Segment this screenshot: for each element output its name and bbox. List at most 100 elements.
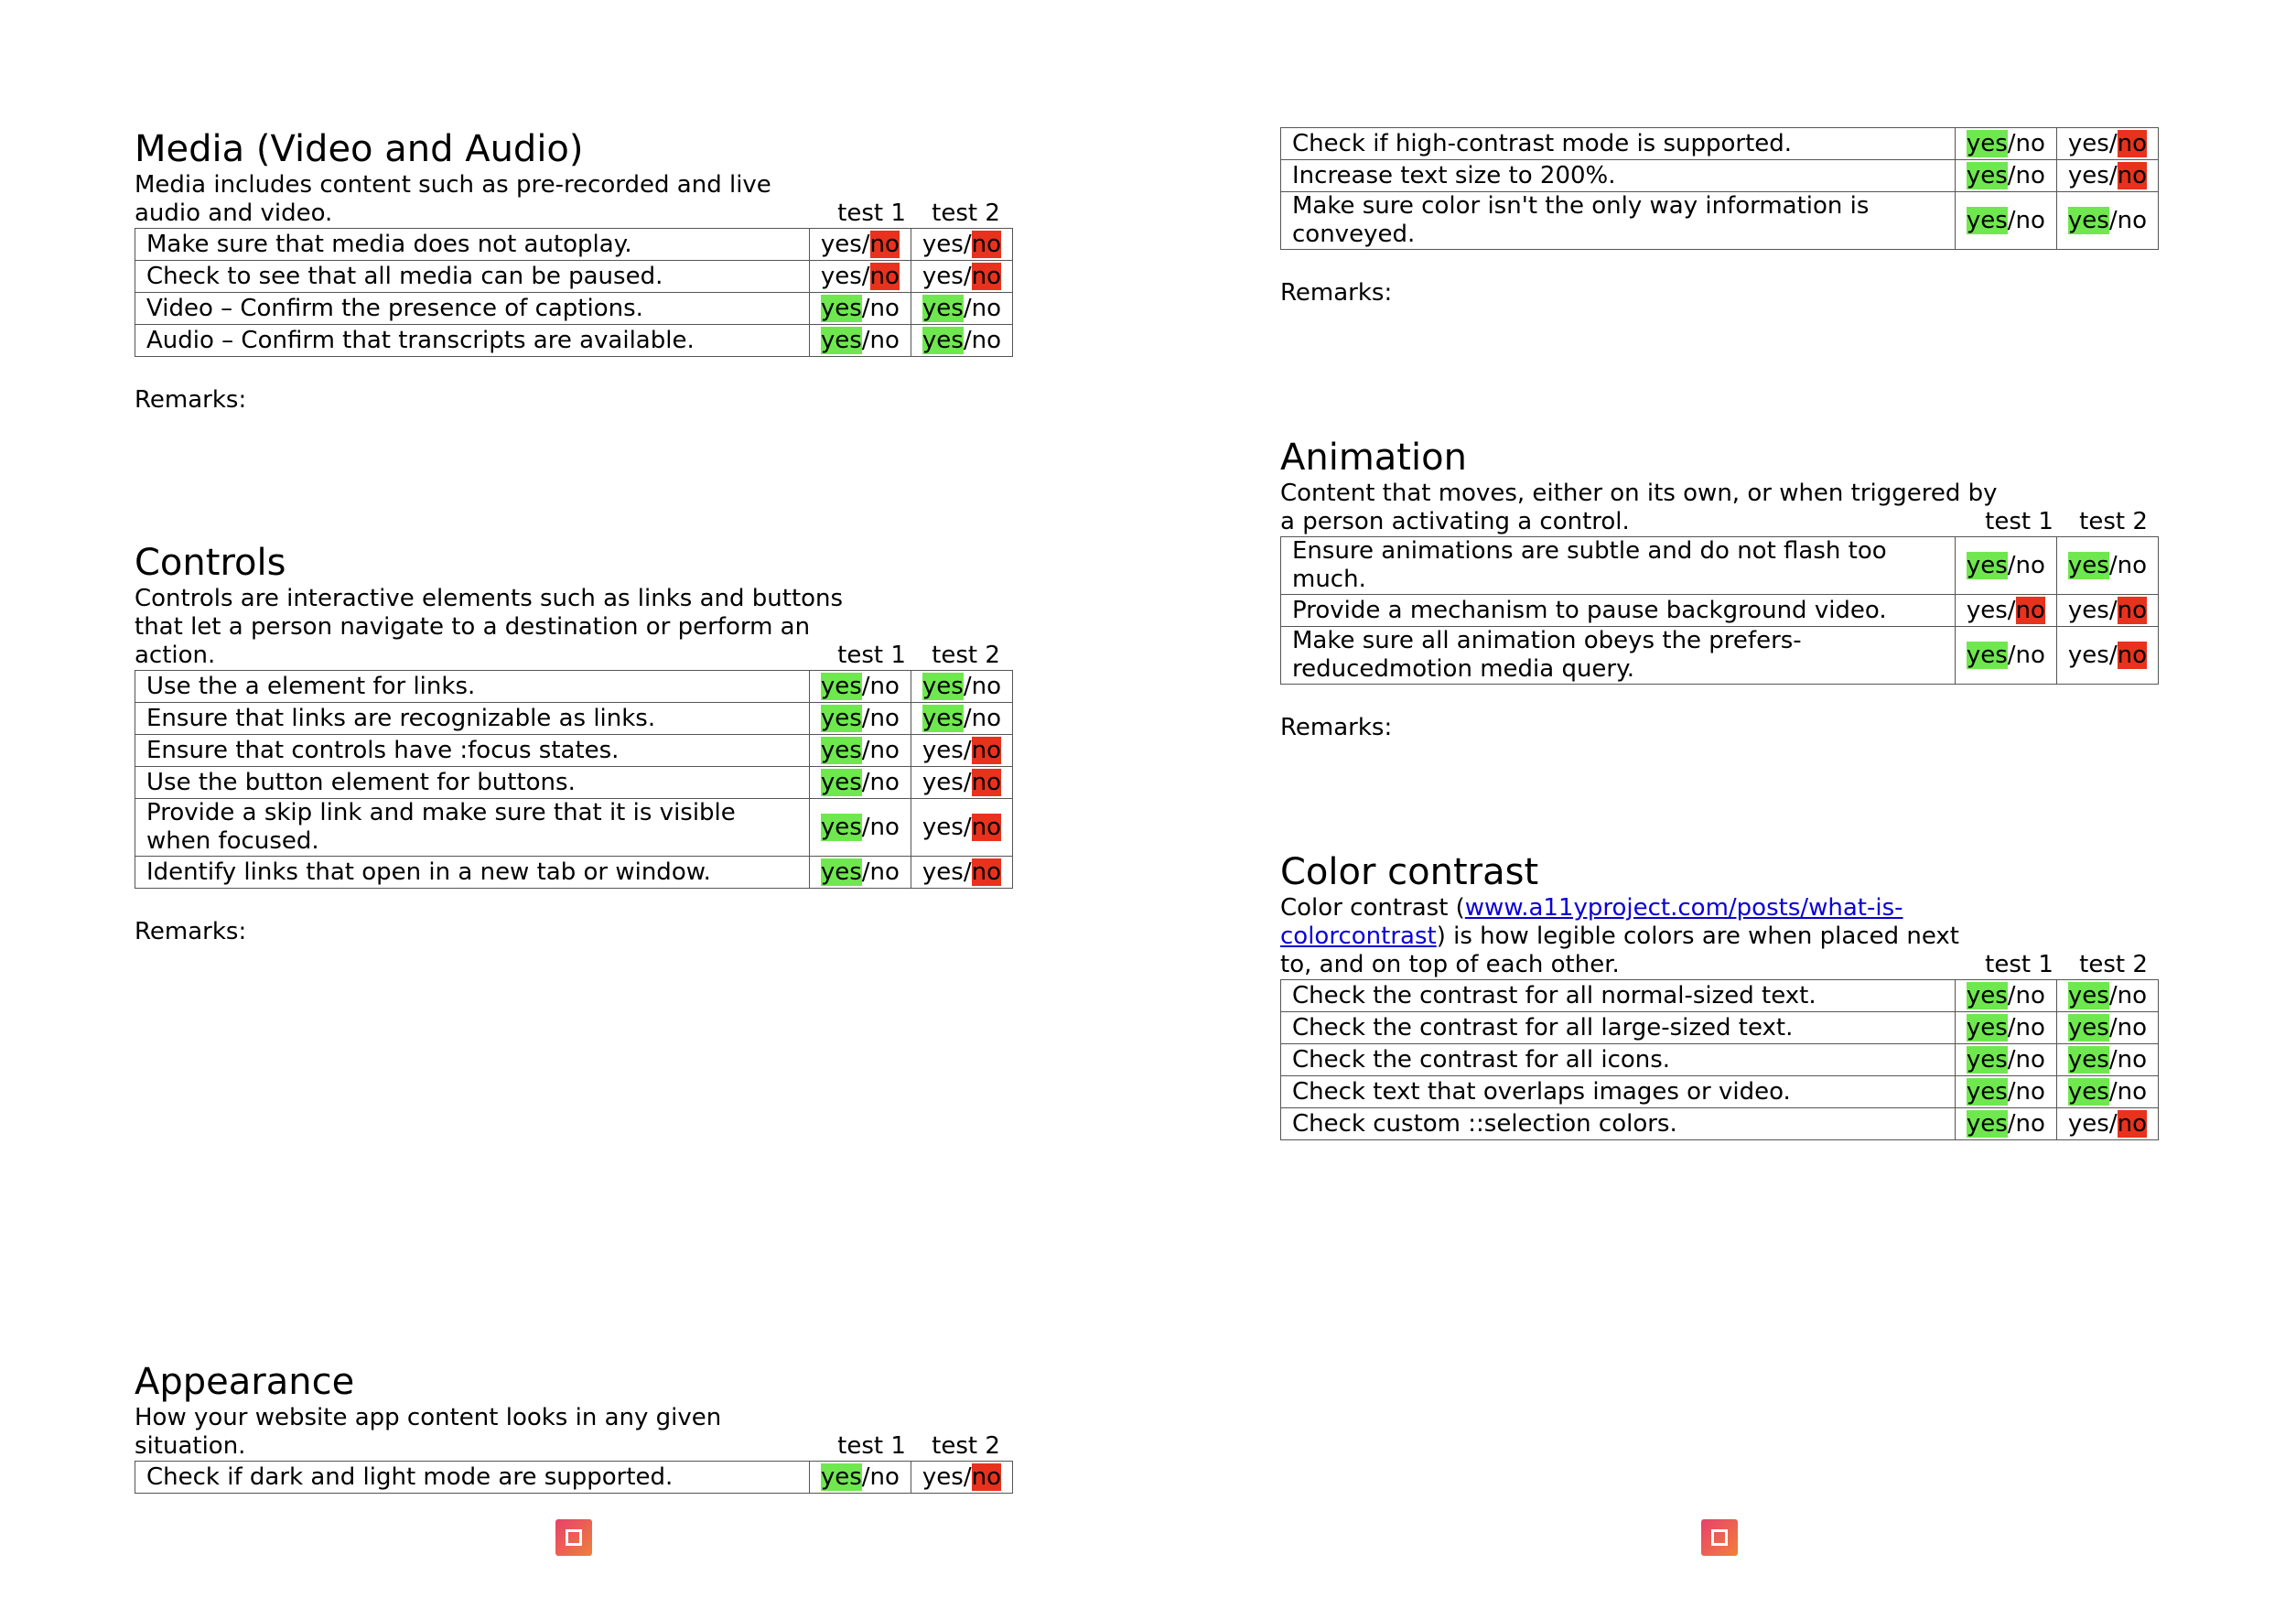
test2-answer[interactable]: yes/no [2055,594,2160,627]
yes-option[interactable]: yes [922,769,964,796]
no-option[interactable]: no [2016,1110,2045,1138]
test2-answer[interactable]: yes/no [2055,159,2160,192]
test1-answer[interactable]: yes/no [808,702,911,735]
yes-option[interactable]: yes [820,768,862,796]
test2-answer[interactable]: yes/no [2055,127,2160,160]
no-option[interactable]: no [2117,161,2147,189]
yes-option[interactable]: yes [1967,597,2008,624]
test2-answer[interactable]: yes/no [910,1461,1014,1494]
test1-answer[interactable]: yes/no [808,292,911,325]
yes-option[interactable]: yes [2067,1045,2109,1074]
yes-option[interactable]: yes [922,672,964,700]
yes-option[interactable]: yes [820,813,862,841]
test2-answer[interactable]: yes/no [910,766,1014,799]
no-option[interactable]: no [972,673,1001,700]
yes-option[interactable]: yes [922,858,964,886]
yes-option[interactable]: yes [820,672,862,700]
test1-answer[interactable]: yes/no [1954,1011,2057,1044]
test1-answer[interactable]: yes/no [1954,979,2057,1012]
no-option[interactable]: no [971,768,1001,796]
test2-answer[interactable]: yes/no [910,260,1014,293]
yes-option[interactable]: yes [1966,161,2008,189]
yes-option[interactable]: yes [820,858,862,886]
yes-option[interactable]: yes [1966,641,2008,669]
yes-option[interactable]: yes [2068,1110,2109,1138]
no-option[interactable]: no [870,1463,900,1491]
test2-answer[interactable]: yes/no [910,734,1014,767]
yes-option[interactable]: yes [2067,1077,2109,1106]
no-option[interactable]: no [2118,207,2147,234]
no-option[interactable]: no [2117,129,2147,157]
yes-option[interactable]: yes [821,263,862,290]
no-option[interactable]: no [971,858,1001,886]
no-option[interactable]: no [2016,552,2045,579]
no-option[interactable]: no [2117,1109,2147,1138]
no-option[interactable]: no [870,858,900,886]
yes-option[interactable]: yes [922,1463,964,1491]
yes-option[interactable]: yes [2067,1013,2109,1042]
test1-answer[interactable]: yes/no [808,260,911,293]
test2-answer[interactable]: yes/no [910,292,1014,325]
test1-answer[interactable]: yes/no [1954,626,2057,685]
no-option[interactable]: no [2015,596,2045,624]
yes-option[interactable]: yes [2068,597,2109,624]
test2-answer[interactable]: yes/no [910,324,1014,357]
no-option[interactable]: no [2118,1046,2147,1074]
yes-option[interactable]: yes [820,736,862,764]
yes-option[interactable]: yes [1966,551,2008,579]
test2-answer[interactable]: yes/no [2055,1043,2160,1076]
test1-answer[interactable]: yes/no [1954,127,2057,160]
yes-option[interactable]: yes [1966,981,2008,1009]
yes-option[interactable]: yes [820,294,862,322]
no-option[interactable]: no [869,262,900,290]
no-option[interactable]: no [972,295,1001,322]
no-option[interactable]: no [2117,641,2147,669]
yes-option[interactable]: yes [1966,129,2008,157]
yes-option[interactable]: yes [820,704,862,732]
no-option[interactable]: no [870,737,900,764]
test1-answer[interactable]: yes/no [808,856,911,889]
test2-answer[interactable]: yes/no [910,856,1014,889]
yes-option[interactable]: yes [1966,1045,2008,1074]
no-option[interactable]: no [2016,1078,2045,1106]
no-option[interactable]: no [971,813,1001,841]
no-option[interactable]: no [870,673,900,700]
yes-option[interactable]: yes [820,326,862,354]
no-option[interactable]: no [2118,982,2147,1009]
yes-option[interactable]: yes [922,263,964,290]
no-option[interactable]: no [2016,1046,2045,1074]
test2-answer[interactable]: yes/no [2055,536,2160,595]
test2-answer[interactable]: yes/no [2055,626,2160,685]
test2-answer[interactable]: yes/no [2055,979,2160,1012]
no-option[interactable]: no [870,814,900,841]
yes-option[interactable]: yes [922,737,964,764]
no-option[interactable]: no [2016,130,2045,157]
yes-option[interactable]: yes [2068,130,2109,157]
test2-answer[interactable]: yes/no [910,670,1014,703]
yes-option[interactable]: yes [1966,206,2008,234]
yes-option[interactable]: yes [922,231,964,258]
yes-option[interactable]: yes [821,231,862,258]
yes-option[interactable]: yes [2068,642,2109,669]
yes-option[interactable]: yes [922,704,964,732]
no-option[interactable]: no [869,230,900,258]
test1-answer[interactable]: yes/no [1954,1075,2057,1108]
test2-answer[interactable]: yes/no [910,228,1014,261]
yes-option[interactable]: yes [922,326,964,354]
no-option[interactable]: no [870,769,900,796]
no-option[interactable]: no [972,705,1001,732]
no-option[interactable]: no [870,327,900,354]
test1-answer[interactable]: yes/no [1954,159,2057,192]
yes-option[interactable]: yes [2067,551,2109,579]
no-option[interactable]: no [2016,207,2045,234]
test1-answer[interactable]: yes/no [808,1461,911,1494]
test1-answer[interactable]: yes/no [1954,1043,2057,1076]
no-option[interactable]: no [2118,552,2147,579]
test1-answer[interactable]: yes/no [808,734,911,767]
no-option[interactable]: no [971,262,1001,290]
no-option[interactable]: no [972,327,1001,354]
test1-answer[interactable]: yes/no [1954,191,2057,250]
no-option[interactable]: no [2118,1014,2147,1042]
test2-answer[interactable]: yes/no [2055,191,2160,250]
no-option[interactable]: no [870,295,900,322]
